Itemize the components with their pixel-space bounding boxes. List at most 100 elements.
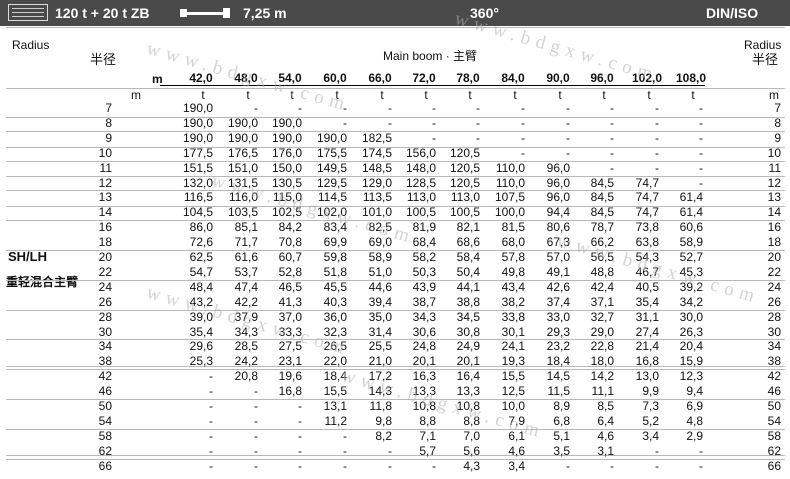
load-cell: 13,0 (635, 369, 659, 383)
load-cell: 4,8 (686, 414, 703, 428)
load-cell: 20,8 (234, 369, 258, 383)
radius-cell-right: 28 (767, 310, 781, 324)
load-cell: 190,0 (227, 116, 258, 130)
load-cell: 190,0 (182, 101, 213, 115)
radius-cell-right: 16 (767, 220, 781, 234)
load-cell: 113,0 (406, 190, 436, 204)
load-cell: 110,0 (495, 161, 525, 175)
radius-unit-left: m (131, 88, 141, 102)
radius-cell-right: 18 (767, 235, 781, 249)
load-cell: 8,9 (553, 399, 570, 413)
tonnage-unit: t (691, 88, 695, 102)
load-cell: 113,5 (362, 190, 392, 204)
load-cell: 4,6 (508, 444, 525, 458)
load-cell: - (432, 116, 436, 130)
grid-line (6, 27, 785, 28)
radius-cell-right: 42 (767, 369, 781, 383)
load-cell: 86,0 (189, 220, 213, 234)
load-cell: 84,5 (590, 205, 614, 219)
load-cell: 22,8 (590, 339, 614, 353)
radius-cell-left: 24 (98, 280, 112, 294)
load-cell: 38,8 (456, 295, 480, 309)
load-cell: - (254, 101, 258, 115)
load-cell: 25,5 (368, 339, 392, 353)
load-cell: 96,0 (546, 176, 570, 190)
load-cell: 190,0 (316, 131, 347, 145)
load-cell: 31,1 (635, 310, 659, 324)
load-cell: - (610, 459, 614, 473)
load-cell: 190,0 (271, 131, 302, 145)
load-cell: 58,9 (368, 250, 392, 264)
load-cell: - (254, 444, 258, 458)
load-cell: 38,7 (412, 295, 436, 309)
boom-length-header: 108,0 (675, 71, 707, 85)
load-cell: 32,7 (590, 310, 614, 324)
boom-length-label: 7,25 m (243, 5, 287, 21)
radius-cell-right: 46 (767, 384, 781, 398)
load-cell: 49,8 (501, 265, 525, 279)
radius-cell-left: 9 (105, 131, 112, 145)
load-cell: - (298, 414, 302, 428)
radius-cell-right: 8 (774, 116, 781, 130)
load-cell: - (254, 414, 258, 428)
load-cell: 52,7 (679, 250, 703, 264)
load-cell: 27,4 (635, 325, 659, 339)
mode-cn-label: 重轻混合主臂 (6, 275, 79, 289)
load-cell: 3,1 (597, 444, 614, 458)
load-cell: 94,4 (546, 205, 570, 219)
load-cell: - (521, 116, 525, 130)
load-cell: - (343, 429, 347, 443)
radius-cell-left: 58 (98, 429, 112, 443)
load-cell: - (388, 116, 392, 130)
load-cell: 84,5 (590, 190, 614, 204)
load-cell: 177,5 (182, 146, 213, 160)
load-cell: 24,9 (456, 339, 480, 353)
radius-cn-right: 半径 (752, 52, 779, 67)
load-cell: 34,2 (679, 295, 703, 309)
radius-cell-right: 58 (767, 429, 781, 443)
load-cell: 182,5 (361, 131, 392, 145)
load-cell: - (209, 369, 213, 383)
radius-cell-right: 10 (767, 146, 781, 160)
load-cell: 42,4 (590, 280, 614, 294)
load-cell: - (298, 444, 302, 458)
load-cell: 78,7 (590, 220, 614, 234)
load-cell: 156,0 (405, 146, 436, 160)
load-cell: 69,9 (323, 235, 347, 249)
tonnage-unit: t (602, 88, 606, 102)
load-cell: 84,5 (590, 176, 614, 190)
mode-label: SH/LH (8, 249, 47, 264)
load-cell: 63,8 (635, 235, 659, 249)
load-cell: 129,0 (361, 176, 392, 190)
load-cell: 96,0 (546, 190, 570, 204)
load-cell: - (699, 459, 703, 473)
grid-line (6, 88, 785, 89)
radius-cell-left: 62 (98, 444, 112, 458)
load-cell: 20,1 (456, 354, 480, 368)
radius-cell-left: 30 (98, 325, 112, 339)
load-cell: 45,5 (323, 280, 347, 294)
load-cell: - (699, 161, 703, 175)
boom-length-header: 72,0 (412, 71, 436, 85)
load-cell: - (655, 131, 659, 145)
load-cell: 46,5 (278, 280, 302, 294)
radius-cell-right: 30 (767, 325, 781, 339)
load-cell: 29,0 (590, 325, 614, 339)
radius-cell-left: 20 (98, 250, 112, 264)
load-cell: 14,2 (590, 369, 614, 383)
radius-cell-left: 18 (98, 235, 112, 249)
load-cell: 70,8 (278, 235, 302, 249)
load-cell: 28,5 (234, 339, 258, 353)
load-cell: - (209, 414, 213, 428)
load-cell: 30,0 (679, 310, 703, 324)
config-label: 120 t + 20 t ZB (55, 5, 150, 21)
load-cell: 35,0 (368, 310, 392, 324)
load-cell: 16,8 (278, 384, 302, 398)
radius-cell-right: 54 (767, 414, 781, 428)
load-cell: - (254, 459, 258, 473)
radius-cell-left: 8 (105, 116, 112, 130)
load-cell: 74,7 (635, 205, 659, 219)
load-cell: 60,7 (278, 250, 302, 264)
load-cell: - (566, 116, 570, 130)
load-cell: 132,0 (182, 176, 213, 190)
